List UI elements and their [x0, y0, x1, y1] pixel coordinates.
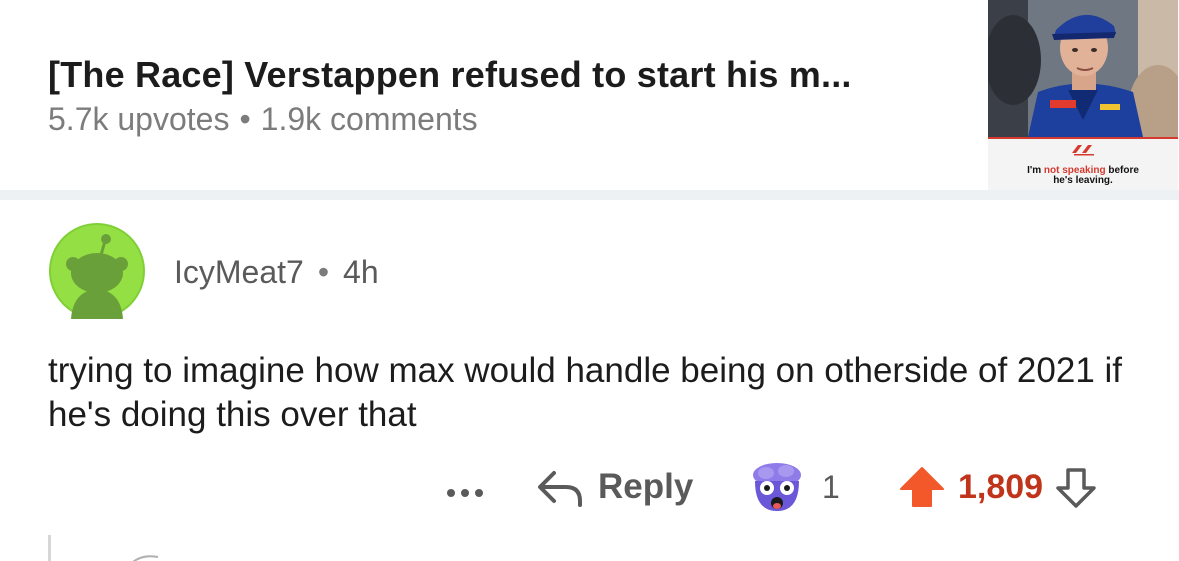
more-options-button[interactable]: [442, 467, 488, 507]
upvote-count: 5.7k upvotes: [48, 101, 230, 137]
the-race-logo-icon: [1070, 143, 1098, 160]
avatar[interactable]: [49, 223, 145, 319]
award-count: 1: [822, 468, 840, 505]
comment-author-row: IcyMeat7 • 4h: [174, 254, 379, 291]
meta-separator: •: [239, 101, 251, 137]
reply-label: Reply: [598, 467, 694, 506]
comment-count: 1.9k comments: [260, 101, 478, 137]
snoo-avatar-icon: [49, 223, 145, 319]
upvote-arrow-icon[interactable]: [898, 464, 946, 510]
section-divider: [0, 190, 1179, 200]
post-header[interactable]: [The Race] Verstappen refused to start h…: [0, 0, 1179, 190]
thumbnail-quote: I'm not speaking before he's leaving.: [988, 166, 1178, 186]
thumbnail-photo: [988, 0, 1178, 137]
comment-body: trying to imagine how max would handle b…: [48, 351, 1123, 434]
thread-line[interactable]: [48, 535, 51, 561]
post-meta: 5.7k upvotes • 1.9k comments: [48, 101, 478, 138]
vote-count: 1,809: [958, 467, 1044, 506]
post-title[interactable]: [The Race] Verstappen refused to start h…: [48, 54, 852, 96]
next-comment-peek-icon: [132, 555, 159, 561]
downvote-arrow-icon[interactable]: [1055, 464, 1097, 510]
author-separator: •: [317, 254, 330, 290]
quote-part-1: I'm: [1027, 165, 1044, 176]
reddit-comment-page: [The Race] Verstappen refused to start h…: [0, 0, 1179, 561]
comment-action-bar: Reply 1 1,809: [0, 459, 1179, 515]
comment-author[interactable]: IcyMeat7: [174, 254, 304, 290]
vote-group: 1,809: [898, 461, 1097, 513]
more-dots-icon: [447, 489, 483, 497]
post-thumbnail[interactable]: I'm not speaking before he's leaving.: [988, 0, 1178, 190]
shocked-award-icon: [753, 463, 801, 511]
reply-arrow-icon: [538, 471, 582, 507]
thumbnail-caption: I'm not speaking before he's leaving.: [988, 137, 1178, 190]
reply-button[interactable]: Reply: [536, 463, 693, 511]
quote-line-2: he's leaving.: [1053, 175, 1113, 186]
comment-timestamp: 4h: [343, 254, 379, 290]
award-button[interactable]: 1: [750, 461, 840, 513]
